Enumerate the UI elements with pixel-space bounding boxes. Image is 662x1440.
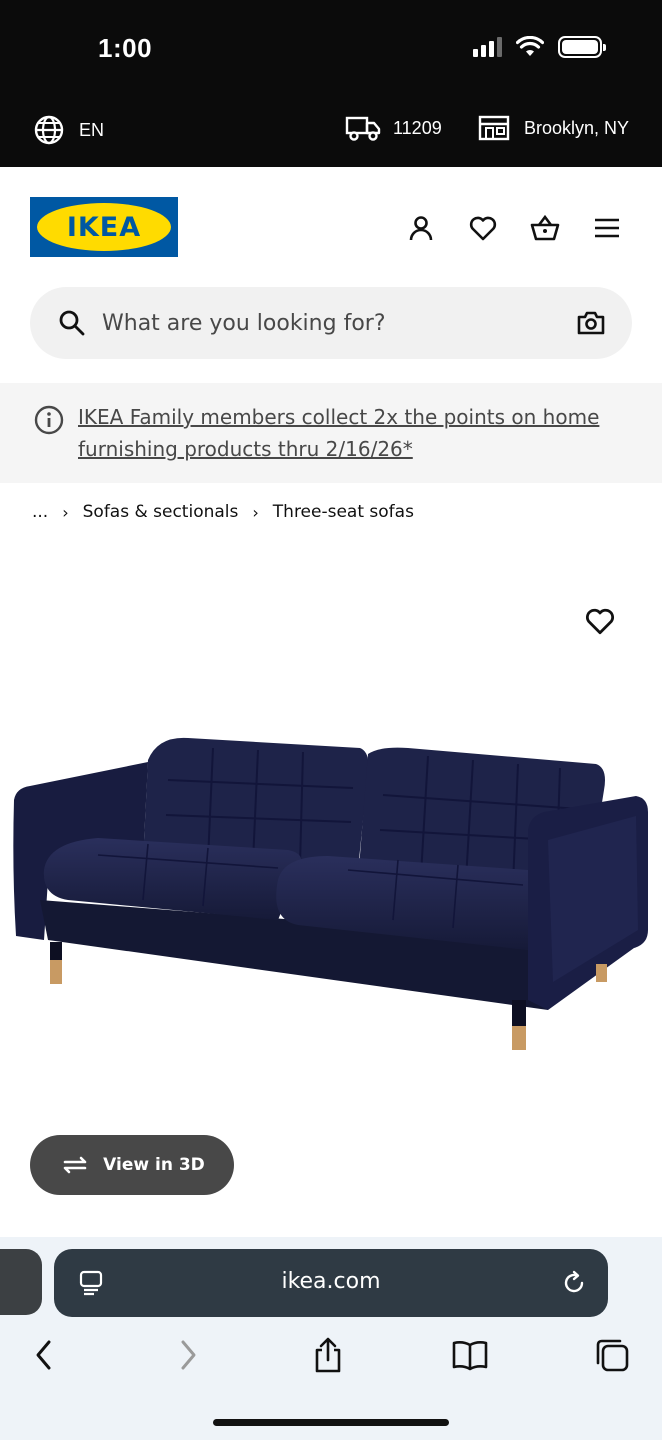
heart-icon[interactable] xyxy=(466,211,500,245)
breadcrumb-ellipsis[interactable]: ... xyxy=(32,502,48,522)
battery-icon xyxy=(558,36,606,58)
previous-tab[interactable] xyxy=(0,1249,42,1315)
site-header: IKEA xyxy=(0,167,662,287)
globe-icon xyxy=(34,115,64,145)
search-icon xyxy=(59,310,85,336)
chevron-right-icon xyxy=(181,1340,196,1370)
address-bar[interactable]: ikea.com xyxy=(54,1249,608,1317)
share-button[interactable] xyxy=(308,1335,348,1375)
delivery-zip[interactable]: 11209 xyxy=(345,114,442,142)
menu-icon[interactable] xyxy=(590,211,624,245)
chevron-right-icon: › xyxy=(62,502,69,522)
tabs-button[interactable] xyxy=(592,1335,632,1375)
chevron-left-icon xyxy=(36,1340,51,1370)
bookmarks-button[interactable] xyxy=(450,1335,490,1375)
zip-label: 11209 xyxy=(393,117,442,138)
view-in-3d-label: View in 3D xyxy=(103,1155,205,1175)
home-indicator xyxy=(213,1419,449,1426)
view-in-3d-button[interactable]: View in 3D xyxy=(30,1135,234,1195)
status-icons xyxy=(473,36,606,58)
search-input[interactable] xyxy=(102,287,552,359)
promo-link[interactable]: IKEA Family members collect 2x the point… xyxy=(78,401,618,465)
browser-toolbar: ikea.com xyxy=(0,1237,662,1440)
forward-button[interactable] xyxy=(168,1335,208,1375)
wifi-icon xyxy=(516,36,544,56)
user-icon[interactable] xyxy=(404,211,438,245)
top-bar: 1:00 EN 11209 Brooklyn, NY xyxy=(0,0,662,167)
chevron-right-icon: › xyxy=(252,502,259,522)
product-image[interactable] xyxy=(8,720,656,1070)
search-bar[interactable] xyxy=(30,287,632,359)
cellular-signal-icon xyxy=(473,37,502,57)
product-favorite-button[interactable] xyxy=(584,606,618,640)
tabs-icon xyxy=(596,1339,629,1372)
ikea-logo[interactable]: IKEA xyxy=(30,197,178,257)
heart-icon xyxy=(585,608,615,635)
breadcrumb-item[interactable]: Three-seat sofas xyxy=(273,502,414,522)
share-icon xyxy=(315,1337,341,1373)
book-icon xyxy=(452,1341,488,1371)
rotate-3d-icon xyxy=(63,1156,87,1174)
language-selector[interactable]: EN xyxy=(33,114,104,146)
store-selector[interactable]: Brooklyn, NY xyxy=(478,114,629,142)
logo-text: IKEA xyxy=(66,211,142,243)
status-time: 1:00 xyxy=(98,33,153,63)
truck-icon xyxy=(345,116,381,141)
info-icon xyxy=(34,405,64,435)
reload-icon[interactable] xyxy=(560,1269,588,1297)
camera-icon[interactable] xyxy=(576,309,606,337)
promo-banner: IKEA Family members collect 2x the point… xyxy=(0,383,662,483)
url-text: ikea.com xyxy=(281,1269,381,1294)
back-button[interactable] xyxy=(24,1335,64,1375)
basket-icon[interactable] xyxy=(528,211,562,245)
breadcrumb: ... › Sofas & sectionals › Three-seat so… xyxy=(32,502,414,522)
language-label: EN xyxy=(79,119,105,140)
store-icon xyxy=(478,115,510,141)
breadcrumb-item[interactable]: Sofas & sectionals xyxy=(83,502,239,522)
store-label: Brooklyn, NY xyxy=(524,117,630,138)
